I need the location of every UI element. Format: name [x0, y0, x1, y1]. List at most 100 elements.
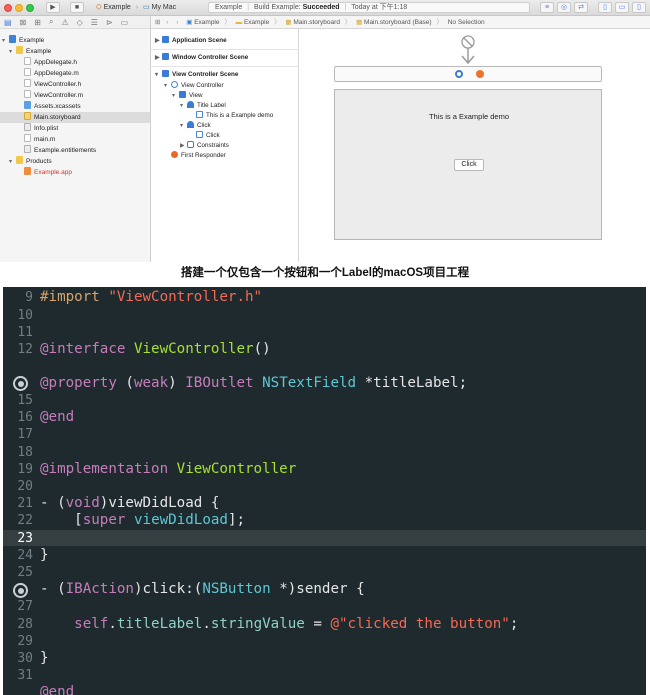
breakpoint-icon[interactable]: ⊳	[106, 18, 113, 27]
search-icon[interactable]: ⌕	[49, 17, 53, 27]
nav-item-folder[interactable]: ▾ Example	[9, 46, 51, 57]
view-controller-view[interactable]: This is a Example demo Click	[334, 89, 602, 240]
title-label[interactable]: This is a Example demo	[335, 112, 603, 121]
outlet-connection-icon[interactable]	[13, 376, 28, 391]
stop-button[interactable]: ■	[70, 2, 84, 13]
project-icon	[9, 35, 16, 43]
navigator-toggle-icon[interactable]: ▯	[598, 2, 612, 13]
keyword: @end	[40, 409, 75, 425]
divider: |	[247, 4, 250, 11]
line-number: 24	[17, 548, 33, 563]
scene-dock[interactable]	[334, 66, 602, 82]
debug-area-toggle-icon[interactable]: ▭	[615, 2, 629, 13]
nav-item-file[interactable]: ViewController.m	[24, 90, 83, 101]
breadcrumb-selection[interactable]: No Selection	[448, 19, 485, 26]
entitlements-icon	[24, 145, 31, 153]
forward-icon[interactable]: ›	[176, 19, 178, 26]
version-editor-icon[interactable]: ⇄	[574, 2, 588, 13]
label-icon	[187, 101, 194, 108]
nav-item-file[interactable]: main.m	[24, 134, 55, 145]
chevron-right-icon: 〉	[344, 19, 352, 26]
project-icon: ▣	[186, 19, 193, 26]
code-line: #import "ViewController.h"	[40, 289, 262, 306]
nav-item-file[interactable]: ViewController.h	[24, 79, 81, 90]
nav-item-file-selected[interactable]: Main.storyboard	[0, 112, 150, 123]
standard-editor-icon[interactable]: ≡	[540, 2, 554, 13]
utilities-toggle-icon[interactable]: ▯	[632, 2, 646, 13]
first-responder-icon[interactable]	[476, 70, 484, 78]
disclosure-triangle-icon[interactable]: ▶	[155, 53, 162, 63]
outline-item[interactable]: ▾ Title Label	[180, 101, 226, 111]
keyword: self	[74, 616, 109, 632]
disclosure-triangle-icon[interactable]: ▾	[180, 121, 187, 131]
first-responder-icon	[171, 151, 178, 158]
outline-scene[interactable]: ▶ Application Scene	[155, 36, 227, 46]
assistant-editor-icon[interactable]: ◎	[557, 2, 571, 13]
breadcrumb-project[interactable]: Example	[194, 19, 219, 26]
minimize-window-button[interactable]	[15, 4, 23, 12]
outline-item[interactable]: ▶ Constraints	[180, 141, 229, 151]
disclosure-triangle-icon[interactable]: ▾	[155, 70, 162, 80]
outline-item[interactable]: First Responder	[171, 151, 226, 161]
nav-item-file[interactable]: Example.entitlements	[24, 145, 96, 156]
outline-scene[interactable]: ▶ Window Controller Scene	[155, 53, 248, 63]
click-button[interactable]: Click	[454, 159, 484, 171]
action-connection-icon[interactable]	[13, 583, 28, 598]
outline-item[interactable]: ▾ View Controller	[164, 81, 224, 91]
toolbar: ▶ ■ ⛭ Example › ▭ My Mac Example | Build…	[0, 0, 650, 16]
hierarchy-icon[interactable]: ⊞	[34, 18, 41, 27]
code-editor[interactable]: 9 10 11 12 15 16 17 18 19 20 21 22 23 24…	[3, 287, 646, 695]
chevron-right-icon: 〉	[274, 19, 281, 26]
scheme-selector[interactable]: ⛭ Example › ▭ My Mac	[96, 3, 176, 12]
outline-item[interactable]: ▾ View	[172, 91, 203, 101]
line-number: 21	[17, 496, 33, 511]
breadcrumb-localization[interactable]: Main.storyboard (Base)	[364, 19, 432, 26]
disclosure-triangle-icon[interactable]: ▾	[180, 101, 187, 111]
warning-icon[interactable]: ⚠	[61, 18, 68, 27]
disclosure-triangle-icon[interactable]: ▾	[172, 91, 179, 101]
outline-item[interactable]: Click	[196, 131, 220, 141]
test-icon[interactable]: ◇	[77, 18, 83, 27]
figure-caption: 搭建一个仅包含一个按钮和一个Label的macOS项目工程	[180, 267, 470, 279]
project-navigator: ▤ ⊠ ⊞ ⌕ ⚠ ◇ ☰ ⊳ ▭ ▾ Example ▾ Example AppD…	[0, 16, 151, 262]
disclosure-triangle-icon[interactable]: ▾	[9, 157, 16, 168]
m-file-icon	[24, 68, 31, 76]
disclosure-triangle-icon[interactable]: ▾	[164, 81, 171, 91]
property-name: titleLabel	[116, 616, 203, 632]
folder-icon[interactable]: ▤	[4, 18, 12, 27]
nav-item-file[interactable]: AppDelegate.h	[24, 57, 77, 68]
build-time: Today at 下午1:18	[351, 4, 408, 11]
code-line: - (void)viewDidLoad {	[40, 495, 219, 512]
disclosure-triangle-icon[interactable]: ▶	[155, 36, 162, 46]
run-button[interactable]: ▶	[46, 2, 60, 13]
nav-item-folder[interactable]: ▾ Products	[9, 156, 52, 167]
disclosure-triangle-icon[interactable]: ▾	[2, 36, 9, 47]
outline-scene[interactable]: ▾ View Controller Scene	[155, 70, 238, 80]
outline-item[interactable]: This is a Example demo	[196, 111, 273, 121]
nav-item-file[interactable]: Info.plist	[24, 123, 58, 134]
nav-item-project[interactable]: ▾ Example	[2, 35, 44, 46]
back-icon[interactable]: ‹	[166, 19, 168, 26]
zoom-window-button[interactable]	[26, 4, 34, 12]
code-line: self.titleLabel.stringValue = @"clicked …	[40, 616, 518, 633]
related-items-icon[interactable]: ⊞	[155, 19, 160, 26]
punctuation: (	[125, 375, 134, 391]
source-control-icon[interactable]: ⊠	[20, 18, 27, 27]
nav-item-product[interactable]: Example.app	[24, 167, 72, 178]
nav-item-file[interactable]: Assets.xcassets	[24, 101, 81, 112]
view-controller-icon[interactable]	[455, 70, 463, 78]
storyboard-icon: ▦	[285, 19, 292, 26]
code-line: @end	[40, 684, 74, 695]
punctuation: .	[108, 616, 117, 632]
nav-item-file[interactable]: AppDelegate.m	[24, 68, 79, 79]
breadcrumb-file[interactable]: Main.storyboard	[293, 19, 340, 26]
outline-item[interactable]: ▾ Click	[180, 121, 211, 131]
disclosure-triangle-icon[interactable]: ▶	[180, 141, 187, 151]
breadcrumb-folder[interactable]: Example	[244, 19, 269, 26]
debug-icon[interactable]: ☰	[91, 18, 98, 27]
disclosure-triangle-icon[interactable]: ▾	[9, 47, 16, 58]
button-icon	[187, 121, 194, 128]
close-window-button[interactable]	[4, 4, 12, 12]
report-icon[interactable]: ▭	[121, 18, 129, 27]
line-number: 12	[17, 342, 33, 357]
